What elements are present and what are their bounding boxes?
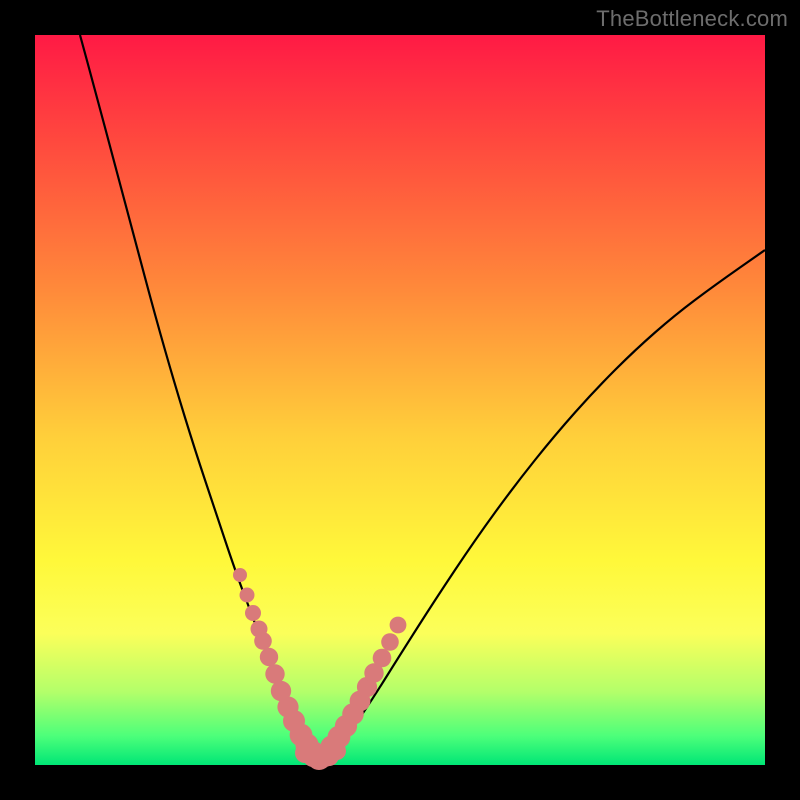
marker-dot bbox=[245, 605, 261, 621]
marker-dot bbox=[240, 588, 255, 603]
marker-dot bbox=[373, 649, 392, 668]
marker-dot bbox=[265, 664, 284, 683]
marker-dot bbox=[328, 742, 346, 760]
bottleneck-curve bbox=[80, 35, 765, 755]
marker-dot-group bbox=[233, 568, 406, 770]
watermark-text: TheBottleneck.com bbox=[596, 6, 788, 32]
marker-dot bbox=[260, 648, 278, 666]
marker-dot bbox=[381, 633, 399, 651]
marker-dot bbox=[390, 617, 407, 634]
curve-svg bbox=[35, 35, 765, 765]
marker-dot bbox=[233, 568, 247, 582]
chart-frame: TheBottleneck.com bbox=[0, 0, 800, 800]
marker-dot bbox=[254, 632, 272, 650]
plot-area bbox=[35, 35, 765, 765]
